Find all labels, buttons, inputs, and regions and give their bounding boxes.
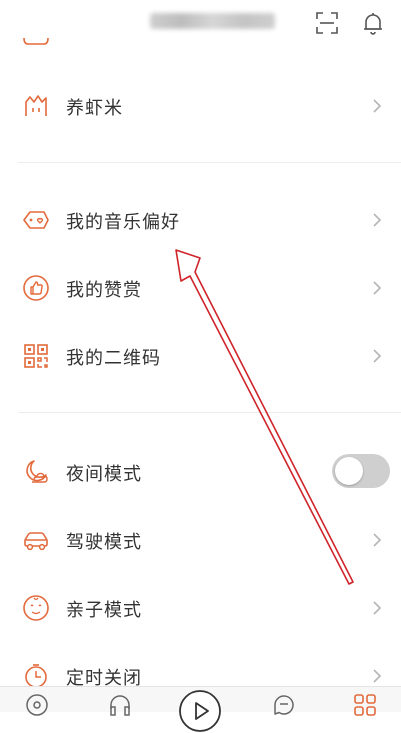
message-icon[interactable]	[272, 693, 296, 717]
menu-item-label: 我的赞赏	[66, 280, 142, 301]
chevron-right-icon	[373, 601, 382, 615]
menu-item-music-preference[interactable]: 我的音乐偏好	[0, 192, 401, 248]
discover-icon[interactable]	[25, 693, 49, 717]
menu-item-my-appreciation[interactable]: 我的赞赏	[0, 260, 401, 316]
bottom-tab-bar	[0, 686, 401, 732]
menu-item-night-mode: 夜间模式	[0, 444, 401, 500]
my-grid-icon[interactable]	[353, 693, 377, 717]
night-mode-toggle[interactable]	[332, 454, 390, 488]
shrimp-icon	[25, 95, 47, 116]
menu-item-label: 我的音乐偏好	[66, 212, 180, 233]
play-icon[interactable]	[178, 689, 222, 733]
chevron-right-icon	[373, 281, 382, 295]
thumbs-up-icon	[23, 275, 49, 301]
baby-face-icon	[23, 595, 49, 621]
menu-item-label: 我的二维码	[66, 348, 161, 369]
menu-item-label: 夜间模式	[66, 464, 142, 485]
music-tag-icon	[23, 211, 49, 229]
menu-item-label: 驾驶模式	[66, 532, 142, 553]
bell-icon[interactable]	[360, 10, 386, 36]
chevron-right-icon	[373, 669, 382, 683]
chevron-right-icon	[373, 349, 382, 363]
chevron-right-icon	[373, 99, 382, 113]
top-bar	[0, 0, 401, 45]
chevron-right-icon	[373, 533, 382, 547]
menu-item-raise-shrimp[interactable]: 养虾米	[0, 78, 401, 134]
toggle-knob	[335, 457, 363, 485]
scan-icon[interactable]	[314, 10, 340, 36]
chevron-right-icon	[373, 213, 382, 227]
menu-item-label: 养虾米	[66, 98, 123, 119]
menu-item-my-qr-code[interactable]: 我的二维码	[0, 328, 401, 384]
menu-item-parent-child-mode[interactable]: 亲子模式	[0, 580, 401, 636]
car-icon	[24, 532, 48, 551]
moon-cloud-icon	[26, 460, 48, 483]
qr-code-icon	[24, 344, 48, 368]
menu-item-driving-mode[interactable]: 驾驶模式	[0, 512, 401, 568]
menu-item-label: 亲子模式	[66, 600, 142, 621]
section-divider	[18, 412, 401, 413]
blurred-username	[150, 13, 275, 29]
partial-menu-icon	[23, 37, 49, 45]
section-divider	[18, 162, 401, 163]
headphones-icon[interactable]	[108, 693, 132, 717]
